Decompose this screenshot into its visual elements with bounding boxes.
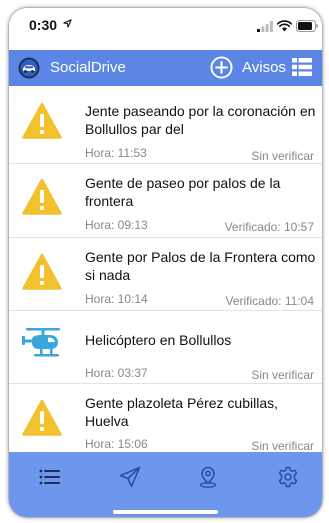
- add-alert-button[interactable]: [210, 56, 233, 79]
- alert-status: Sin verificar: [251, 149, 314, 163]
- alert-time: Hora: 10:14: [85, 292, 148, 306]
- alert-time: Hora: 09:13: [85, 218, 148, 232]
- list-icon[interactable]: [38, 465, 62, 489]
- alert-status: Sin verificar: [251, 368, 314, 382]
- tab-bar: [9, 452, 322, 517]
- gear-icon[interactable]: [276, 465, 300, 489]
- battery-icon: [296, 20, 318, 32]
- alert-title: Gente plazoleta Pérez cubillas, Huelva: [85, 395, 278, 429]
- warning-icon: [22, 253, 62, 290]
- map-pin-icon[interactable]: [196, 465, 220, 489]
- warning-icon: [22, 102, 62, 139]
- wifi-icon: [277, 20, 292, 32]
- alert-item[interactable]: Gente por Palos de la Frontera como si n…: [9, 238, 322, 311]
- alert-title: Jente paseando por la coronación en Boll…: [85, 103, 316, 137]
- alert-title: Helicóptero en Bollullos: [85, 332, 232, 348]
- app-header: SocialDrive Avisos: [9, 50, 322, 86]
- alert-time: Hora: 15:06: [85, 437, 148, 451]
- alert-item[interactable]: Jente paseando por la coronación en Boll…: [9, 86, 322, 164]
- alert-item[interactable]: Helicóptero en Bollullos Hora: 03:37 Sin…: [9, 311, 322, 384]
- list-view-icon[interactable]: [292, 58, 312, 76]
- alert-time: Hora: 11:53: [85, 146, 147, 160]
- app-title: SocialDrive: [50, 59, 126, 76]
- phone-screen: 0:30 SocialDrive Avisos Jente paseando p…: [9, 8, 322, 517]
- status-bar: 0:30: [9, 8, 322, 50]
- alert-title: Gente por Palos de la Frontera como si n…: [85, 249, 316, 283]
- helicopter-icon: [22, 328, 60, 357]
- home-indicator: [113, 510, 218, 514]
- warning-icon: [22, 399, 62, 436]
- alert-status: Verificado: 11:04: [225, 294, 314, 308]
- socialdrive-logo: [18, 57, 40, 79]
- alert-list: Jente paseando por la coronación en Boll…: [9, 86, 322, 453]
- status-time: 0:30: [29, 17, 58, 33]
- location-arrow-icon: [63, 19, 72, 28]
- alert-status: Verificado: 10:57: [224, 220, 314, 234]
- alert-item[interactable]: Gente plazoleta Pérez cubillas, Huelva H…: [9, 384, 322, 453]
- paper-plane-icon[interactable]: [118, 465, 142, 489]
- alert-time: Hora: 03:37: [85, 366, 148, 380]
- avisos-link[interactable]: Avisos: [242, 59, 286, 76]
- alert-title: Gente de paseo por palos de la frontera: [85, 175, 281, 209]
- signal-icon: [257, 21, 273, 32]
- alert-item[interactable]: Gente de paseo por palos de la frontera …: [9, 164, 322, 238]
- warning-icon: [22, 178, 62, 215]
- alert-status: Sin verificar: [251, 439, 314, 453]
